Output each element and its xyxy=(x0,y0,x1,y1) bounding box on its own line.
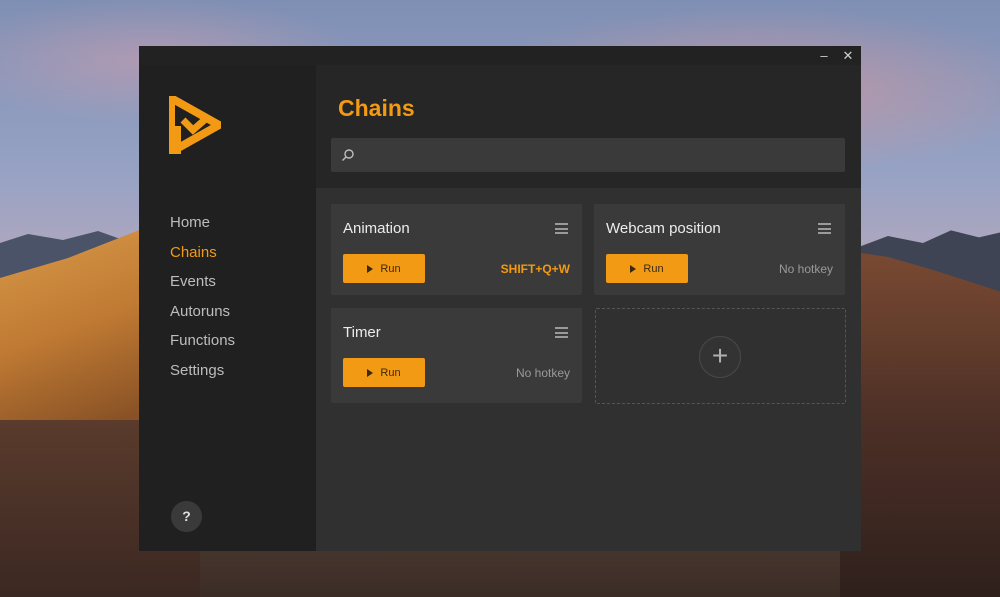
dune-right xyxy=(840,250,1000,597)
play-icon xyxy=(367,264,374,273)
run-button[interactable]: Run xyxy=(606,254,688,283)
run-label: Run xyxy=(380,366,401,379)
app-window: – ✕ Home Chains Events Autoruns Function… xyxy=(139,46,861,551)
page-title: Chains xyxy=(338,95,415,121)
chain-card-webcam-position: Webcam position Run No hotkey xyxy=(594,204,845,295)
search-bar[interactable] xyxy=(331,138,845,174)
search-input[interactable] xyxy=(361,138,835,174)
close-button[interactable]: ✕ xyxy=(836,46,860,65)
minimize-button[interactable]: – xyxy=(812,46,836,65)
chain-name: Animation xyxy=(343,220,410,237)
chain-card-timer: Timer Run No hotkey xyxy=(331,308,582,403)
run-button[interactable]: Run xyxy=(343,358,425,387)
plus-icon[interactable]: + xyxy=(699,336,741,378)
sidebar-item-settings[interactable]: Settings xyxy=(170,362,235,392)
chain-name: Timer xyxy=(343,324,381,341)
hamburger-menu-icon[interactable] xyxy=(555,223,568,234)
add-chain-card[interactable]: + xyxy=(595,308,846,404)
main-panel: Chains Animation Run SHIFT+Q+W Webcam po… xyxy=(316,65,861,551)
chain-name: Webcam position xyxy=(606,220,721,237)
sidebar-item-home[interactable]: Home xyxy=(170,214,235,244)
sidebar-item-autoruns[interactable]: Autoruns xyxy=(170,303,235,333)
title-bar[interactable]: – ✕ xyxy=(139,46,861,65)
main-header: Chains xyxy=(316,65,861,188)
run-label: Run xyxy=(643,262,664,275)
sidebar-item-events[interactable]: Events xyxy=(170,273,235,303)
run-label: Run xyxy=(380,262,401,275)
chain-card-animation: Animation Run SHIFT+Q+W xyxy=(331,204,582,295)
hotkey-label: No hotkey xyxy=(778,262,833,276)
sidebar-item-chains[interactable]: Chains xyxy=(170,244,235,274)
help-button[interactable]: ? xyxy=(171,501,202,532)
triangle-play-logo xyxy=(169,96,221,154)
hotkey-label: No hotkey xyxy=(515,366,570,380)
play-icon xyxy=(367,368,374,377)
play-icon xyxy=(630,264,637,273)
search-icon xyxy=(342,149,354,161)
sidebar-item-functions[interactable]: Functions xyxy=(170,332,235,362)
sidebar-nav: Home Chains Events Autoruns Functions Se… xyxy=(170,214,235,391)
run-button[interactable]: Run xyxy=(343,254,425,283)
hamburger-menu-icon[interactable] xyxy=(818,223,831,234)
sidebar: Home Chains Events Autoruns Functions Se… xyxy=(139,46,316,551)
hamburger-menu-icon[interactable] xyxy=(555,327,568,338)
hotkey-label: SHIFT+Q+W xyxy=(500,262,570,276)
